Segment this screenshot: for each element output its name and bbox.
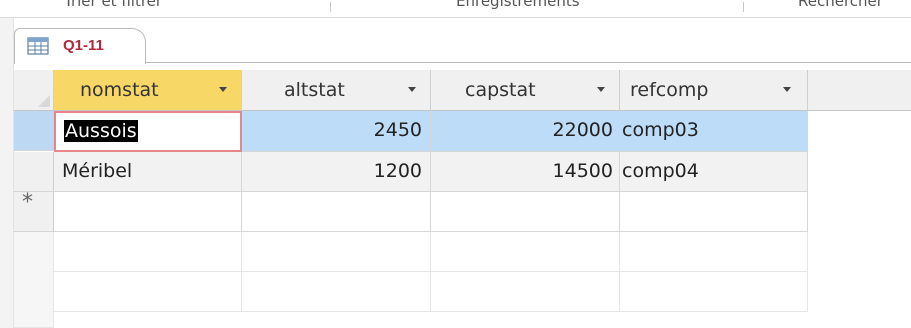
record-selector-row-1[interactable] [14,111,54,151]
table-cell-altstat[interactable]: 2450 [242,111,431,152]
column-header-label: nomstat [80,79,159,101]
select-all-triangle-icon [38,95,50,107]
selected-text: Aussois [64,120,138,142]
ribbon-group-sort-filter: Trier et filtrer [64,0,163,10]
select-all-button[interactable] [14,70,54,111]
tab-query-q1-11[interactable]: Q1-11 [14,28,146,64]
column-header-altstat[interactable]: altstat [242,70,431,111]
ribbon-separator [330,2,331,12]
empty-grid-cell [431,232,620,272]
empty-grid-cell [242,232,431,272]
query-datasheet-icon [27,37,49,55]
ribbon-group-labels: Trier et filtrer Enregistrements Recherc… [0,0,911,18]
empty-grid-cell [242,272,431,312]
ribbon-border [0,17,911,18]
column-header-nomstat[interactable]: nomstat [54,70,242,111]
navigation-pane-edge [0,18,14,328]
column-dropdown-icon[interactable] [783,87,791,92]
column-dropdown-icon[interactable] [597,87,605,92]
empty-grid-cell [431,272,620,312]
table-cell-capstat[interactable]: 14500 [431,152,620,192]
record-selector-new[interactable]: * [14,190,54,232]
column-header-label: altstat [284,79,345,101]
table-cell-altstat[interactable]: 1200 [242,152,431,192]
column-dropdown-icon[interactable] [408,87,416,92]
empty-grid-cell [620,272,808,312]
column-header-label: refcomp [630,79,709,101]
new-record-cell[interactable] [242,192,431,232]
table-cell-nomstat[interactable]: Méribel [54,152,242,192]
tab-label: Q1-11 [63,37,104,54]
new-record-cell[interactable] [431,192,620,232]
table-cell-refcomp[interactable]: comp03 [620,111,808,152]
tab-border [146,62,911,63]
empty-grid-cell [54,272,242,312]
empty-grid-cell [620,232,808,272]
table-cell-capstat[interactable]: 22000 [431,111,620,152]
column-header-label: capstat [465,79,536,101]
column-header-empty [808,70,911,111]
ribbon-group-records: Enregistrements [456,0,580,10]
table-cell-refcomp[interactable]: comp04 [620,152,808,192]
ribbon-separator [743,2,744,12]
table-cell-nomstat[interactable]: Aussois [54,111,242,152]
empty-selector-column [14,232,54,328]
ribbon-group-find: Rechercher [798,0,883,10]
record-selector-row-2[interactable] [14,152,54,192]
empty-grid-cell [54,232,242,272]
new-record-cell[interactable] [54,192,242,232]
column-dropdown-icon[interactable] [219,87,227,92]
new-record-icon: * [22,190,33,215]
column-header-capstat[interactable]: capstat [431,70,620,111]
column-header-refcomp[interactable]: refcomp [620,70,808,111]
new-record-cell[interactable] [620,192,808,232]
